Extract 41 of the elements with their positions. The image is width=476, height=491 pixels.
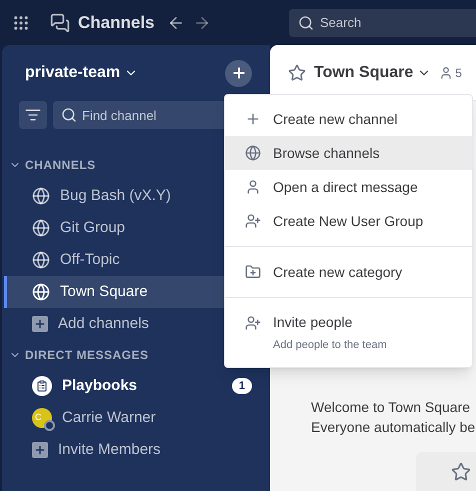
globe-icon	[32, 251, 50, 269]
section-title: CHANNELS	[25, 157, 96, 174]
welcome-text: Welcome to Town Square	[311, 398, 472, 417]
member-count[interactable]: 5	[439, 64, 462, 82]
status-icon	[44, 420, 55, 431]
menu-item[interactable]: Browse channels	[225, 136, 472, 170]
unread-count-badge: 1	[232, 378, 252, 394]
team-name[interactable]: private-team	[25, 61, 138, 85]
plus-icon	[245, 111, 261, 127]
bot-avatar-icon	[32, 376, 52, 396]
filter-icon	[25, 107, 41, 123]
add-folder-icon	[245, 264, 261, 280]
sidebar-item[interactable]: Invite Members	[4, 434, 270, 466]
add-user-icon	[245, 314, 261, 330]
filter-button[interactable]	[19, 101, 47, 129]
globe-icon	[32, 219, 50, 237]
globe-icon	[245, 145, 261, 161]
globe-icon	[32, 187, 50, 205]
favorite-star-icon[interactable]	[288, 64, 306, 82]
user-icon	[245, 179, 261, 195]
menu-item-description: Add people to the team	[272, 338, 388, 353]
add-button[interactable]	[225, 60, 252, 86]
search-icon	[298, 14, 314, 30]
member-icon	[439, 66, 454, 80]
chat-icon	[50, 12, 70, 32]
apps-icon[interactable]	[12, 14, 30, 32]
section-title: DIRECT MESSAGES	[25, 347, 149, 364]
welcome-text: Everyone automatically be	[311, 418, 476, 437]
product-title: Channels	[78, 12, 155, 34]
star-icon	[451, 462, 471, 482]
search-icon	[61, 107, 77, 123]
plus-icon	[230, 65, 246, 81]
add-icon	[32, 316, 48, 332]
user-avatar: C	[32, 408, 52, 428]
add-icon	[32, 442, 48, 458]
sidebar-item[interactable]: C Carrie Warner	[4, 402, 270, 434]
add-user-icon	[245, 213, 261, 229]
globe-icon	[32, 283, 50, 301]
sidebar-item[interactable]: Playbooks 1	[4, 370, 270, 402]
favorite-button[interactable]	[416, 452, 476, 491]
channel-title[interactable]: Town Square	[314, 60, 432, 84]
